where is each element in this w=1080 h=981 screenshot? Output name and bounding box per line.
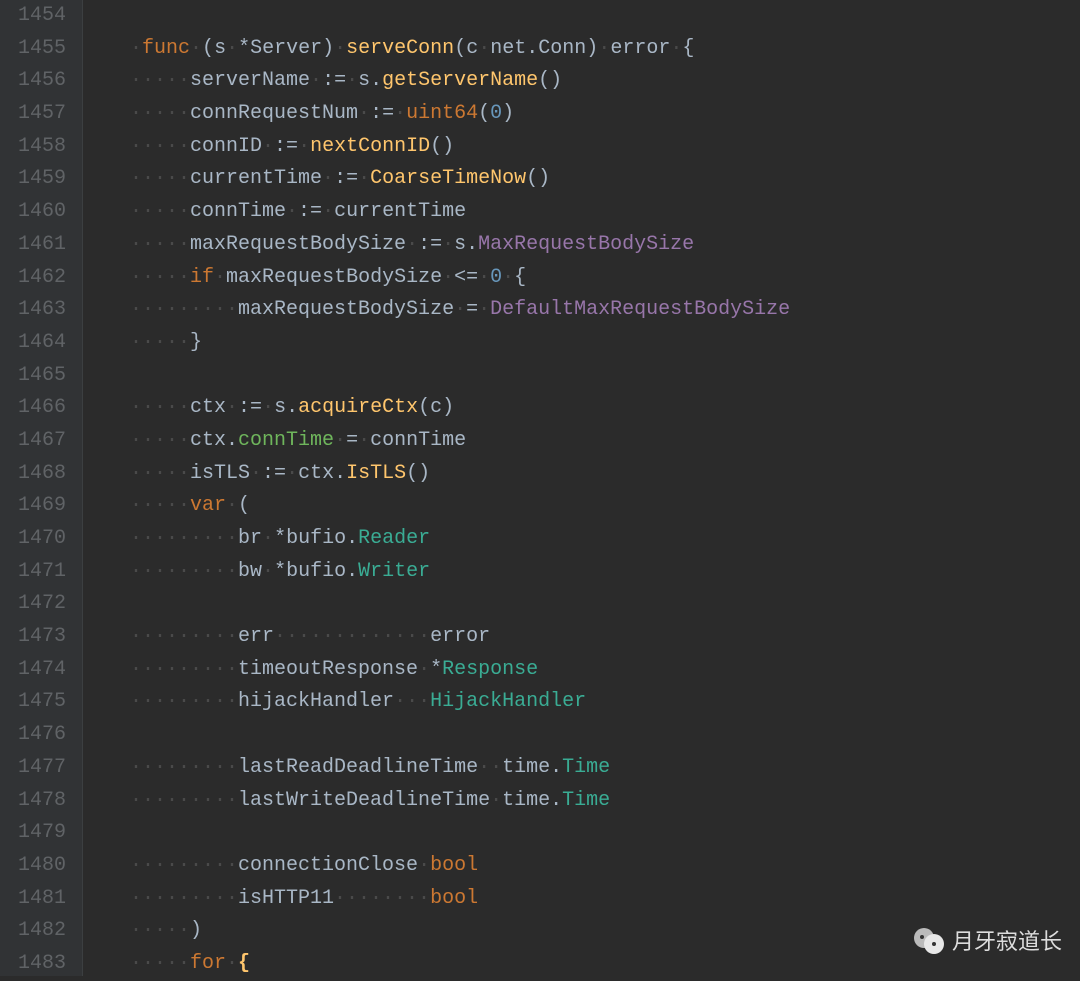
line-number: 1467 xyxy=(0,425,82,458)
wechat-icon xyxy=(914,924,946,956)
code-line[interactable]: ·········maxRequestBodySize·=·DefaultMax… xyxy=(130,294,1080,327)
line-number: 1470 xyxy=(0,523,82,556)
line-number: 1477 xyxy=(0,752,82,785)
watermark: 月牙寂道长 xyxy=(914,924,1062,956)
line-number: 1476 xyxy=(0,719,82,752)
code-line[interactable]: ·········timeoutResponse·*Response xyxy=(130,654,1080,687)
code-line[interactable]: ·func·(s·*Server)·serveConn(c·net.Conn)·… xyxy=(130,33,1080,66)
line-number: 1466 xyxy=(0,392,82,425)
line-number: 1463 xyxy=(0,294,82,327)
line-number: 1456 xyxy=(0,65,82,98)
code-line[interactable]: ·····connTime·:=·currentTime xyxy=(130,196,1080,229)
code-line[interactable]: ·····maxRequestBodySize·:=·s.MaxRequestB… xyxy=(130,229,1080,262)
line-number: 1455 xyxy=(0,33,82,66)
line-number: 1465 xyxy=(0,360,82,393)
code-line[interactable]: ·····} xyxy=(130,327,1080,360)
fold-column[interactable] xyxy=(82,0,130,976)
code-line[interactable]: ·····currentTime·:=·CoarseTimeNow() xyxy=(130,163,1080,196)
code-line[interactable]: ·····connRequestNum·:=·uint64(0) xyxy=(130,98,1080,131)
line-number: 1471 xyxy=(0,556,82,589)
code-line[interactable] xyxy=(130,719,1080,752)
line-number: 1473 xyxy=(0,621,82,654)
code-line[interactable] xyxy=(130,0,1080,33)
code-line[interactable] xyxy=(130,588,1080,621)
code-line[interactable]: ·····ctx·:=·s.acquireCtx(c) xyxy=(130,392,1080,425)
line-number: 1482 xyxy=(0,915,82,948)
line-number: 1474 xyxy=(0,654,82,687)
code-line[interactable]: ·····var·( xyxy=(130,490,1080,523)
line-number: 1472 xyxy=(0,588,82,621)
code-line[interactable]: ·········bw·*bufio.Writer xyxy=(130,556,1080,589)
code-line[interactable]: ·········br·*bufio.Reader xyxy=(130,523,1080,556)
line-number: 1469 xyxy=(0,490,82,523)
line-number: 1478 xyxy=(0,785,82,818)
code-line[interactable]: ·········lastReadDeadlineTime··time.Time xyxy=(130,752,1080,785)
code-line[interactable]: ·····ctx.connTime·=·connTime xyxy=(130,425,1080,458)
code-line[interactable]: ·····serverName·:=·s.getServerName() xyxy=(130,65,1080,98)
line-number: 1464 xyxy=(0,327,82,360)
watermark-text: 月牙寂道长 xyxy=(952,924,1062,956)
line-number: 1481 xyxy=(0,883,82,916)
code-line[interactable]: ·········hijackHandler···HijackHandler xyxy=(130,686,1080,719)
code-line[interactable]: ·····connID·:=·nextConnID() xyxy=(130,131,1080,164)
code-line[interactable]: ·····if·maxRequestBodySize·<=·0·{ xyxy=(130,262,1080,295)
code-editor[interactable]: 1454 1455 1456 1457 1458 1459 1460 1461 … xyxy=(0,0,1080,976)
line-number: 1454 xyxy=(0,0,82,33)
line-number: 1479 xyxy=(0,817,82,850)
code-line[interactable]: ·········isHTTP11········bool xyxy=(130,883,1080,916)
code-line[interactable]: ·········lastWriteDeadlineTime·time.Time xyxy=(130,785,1080,818)
line-number: 1480 xyxy=(0,850,82,883)
code-line[interactable] xyxy=(130,817,1080,850)
code-area[interactable]: ·func·(s·*Server)·serveConn(c·net.Conn)·… xyxy=(130,0,1080,976)
line-number: 1458 xyxy=(0,131,82,164)
line-number: 1462 xyxy=(0,262,82,295)
line-number: 1475 xyxy=(0,686,82,719)
line-number: 1457 xyxy=(0,98,82,131)
line-number: 1461 xyxy=(0,229,82,262)
line-number: 1468 xyxy=(0,458,82,491)
code-line[interactable]: ·········connectionClose·bool xyxy=(130,850,1080,883)
line-number-gutter: 1454 1455 1456 1457 1458 1459 1460 1461 … xyxy=(0,0,82,976)
code-line[interactable]: ·····isTLS·:=·ctx.IsTLS() xyxy=(130,458,1080,491)
code-line[interactable] xyxy=(130,360,1080,393)
line-number: 1459 xyxy=(0,163,82,196)
line-number: 1460 xyxy=(0,196,82,229)
code-line[interactable]: ·········err·············error xyxy=(130,621,1080,654)
